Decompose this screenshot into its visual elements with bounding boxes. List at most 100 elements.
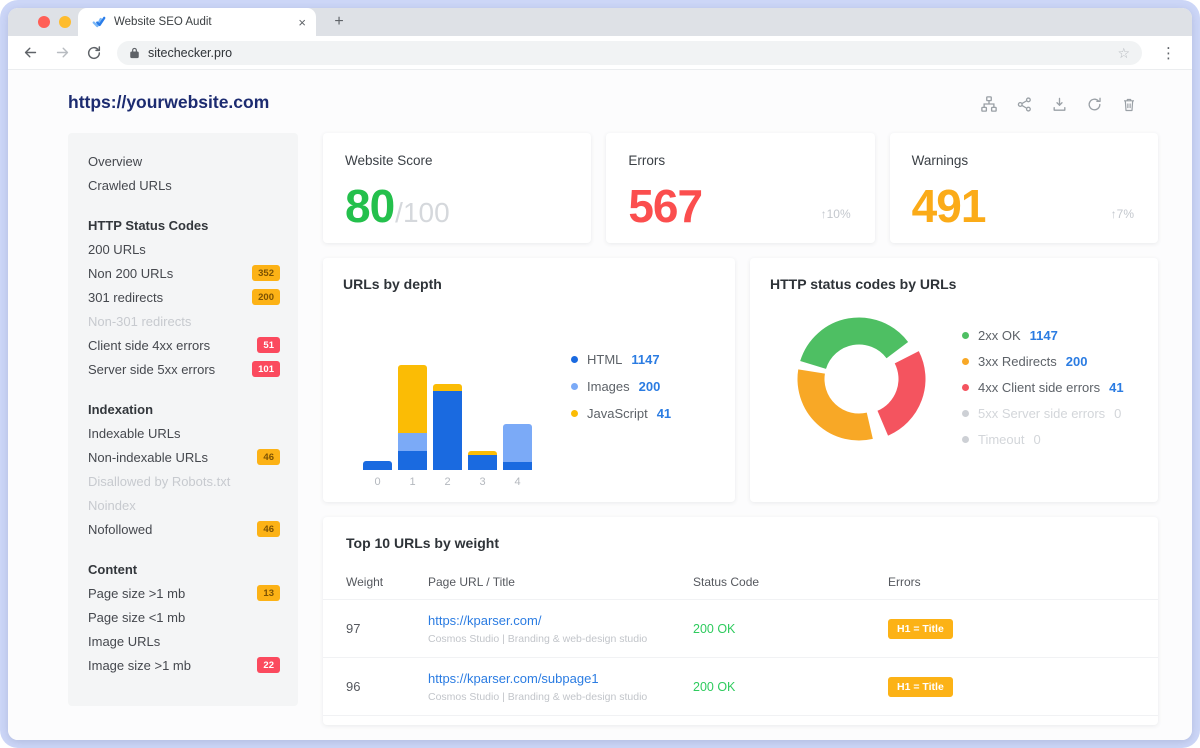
sidebar-item-label: Page size <1 mb bbox=[88, 610, 280, 625]
page-title-subtext: Cosmos Studio | Branding & web-design st… bbox=[428, 633, 693, 645]
bar-segment-images bbox=[503, 424, 532, 462]
sidebar-item-label: Disallowed by Robots.txt bbox=[88, 474, 280, 489]
back-icon[interactable] bbox=[22, 44, 39, 61]
charts-row: URLs by depth 01234 HTML1147Images200Jav… bbox=[323, 258, 1158, 502]
table-title: Top 10 URLs by weight bbox=[346, 535, 499, 551]
forward-icon[interactable] bbox=[54, 44, 71, 61]
sidebar-item-non-200-urls[interactable]: Non 200 URLs352 bbox=[68, 261, 298, 285]
sidebar-item-200-urls[interactable]: 200 URLs bbox=[68, 237, 298, 261]
sidebar-item-page-size-1-mb[interactable]: Page size >1 mb13 bbox=[68, 581, 298, 605]
legend-dot bbox=[962, 384, 969, 391]
refresh-icon[interactable] bbox=[1085, 95, 1103, 113]
sidebar-item-overview[interactable]: Overview bbox=[68, 149, 298, 173]
sidebar-item-label: Server side 5xx errors bbox=[88, 362, 252, 377]
bar-depth-4 bbox=[503, 424, 532, 470]
sidebar-item-content: Content bbox=[68, 557, 298, 581]
sitechecker-check-icon bbox=[92, 15, 106, 29]
sidebar-item-301-redirects[interactable]: 301 redirects200 bbox=[68, 285, 298, 309]
reload-icon[interactable] bbox=[86, 45, 102, 61]
page-url-link[interactable]: https://kparser.com/ bbox=[428, 613, 693, 628]
website-score-card: Website Score 80 /100 bbox=[323, 133, 591, 243]
address-url-text[interactable]: sitechecker.pro bbox=[148, 46, 1109, 60]
bar-depth-2 bbox=[433, 384, 462, 470]
legend-item-timeout[interactable]: Timeout0 bbox=[962, 432, 1124, 447]
legend-item-html[interactable]: HTML1147 bbox=[571, 352, 671, 367]
website-score-suffix: /100 bbox=[395, 197, 450, 229]
sidebar-item-nofollowed[interactable]: Nofollowed46 bbox=[68, 517, 298, 541]
seo-audit-page: https://yourwebsite.com Ov bbox=[8, 70, 1192, 740]
sidebar-count-badge: 22 bbox=[257, 657, 280, 673]
x-tick-label: 4 bbox=[503, 476, 532, 488]
new-tab-button[interactable]: + bbox=[328, 11, 350, 33]
sidebar-item-image-urls[interactable]: Image URLs bbox=[68, 629, 298, 653]
bar-depth-3 bbox=[468, 451, 497, 470]
chart-title: HTTP status codes by URLs bbox=[770, 276, 956, 292]
bar-segment-html bbox=[363, 461, 392, 470]
legend-dot bbox=[571, 356, 578, 363]
sidebar-item-client-side-4xx-errors[interactable]: Client side 4xx errors51 bbox=[68, 333, 298, 357]
sidebar-item-indexable-urls[interactable]: Indexable URLs bbox=[68, 421, 298, 445]
bar-segment-html bbox=[468, 455, 497, 470]
sidebar-item-image-size-1-mb[interactable]: Image size >1 mb22 bbox=[68, 653, 298, 677]
score-card-label: Website Score bbox=[345, 153, 569, 168]
close-window-button[interactable] bbox=[38, 16, 50, 28]
donut-chart-legend: 2xx OK1147 3xx Redirects200 4xx Client sid… bbox=[962, 328, 1124, 447]
legend-item-3xx-redirects[interactable]: 3xx Redirects200 bbox=[962, 354, 1124, 369]
address-bar[interactable]: sitechecker.pro ☆ bbox=[117, 41, 1142, 65]
urls-by-depth-card: URLs by depth 01234 HTML1147Images200Jav… bbox=[323, 258, 735, 502]
minimize-window-button[interactable] bbox=[59, 16, 71, 28]
legend-item-4xx-client-side-errors[interactable]: 4xx Client side errors41 bbox=[962, 380, 1124, 395]
screenshot-frame: Website SEO Audit × + sitechecker.pro ☆ bbox=[0, 0, 1200, 748]
star-icon[interactable]: ☆ bbox=[1117, 46, 1130, 60]
sidebar-item-label: Content bbox=[88, 562, 280, 577]
sidebar-item-label: Noindex bbox=[88, 498, 280, 513]
legend-value: 41 bbox=[657, 406, 671, 421]
share-icon[interactable] bbox=[1015, 95, 1033, 113]
cell-errors: H1 = Title bbox=[888, 677, 1135, 697]
sidebar-item-indexation: Indexation bbox=[68, 397, 298, 421]
sidebar-item-server-side-5xx-errors[interactable]: Server side 5xx errors101 bbox=[68, 357, 298, 381]
legend-dot bbox=[571, 383, 578, 390]
donut-segment-3xx-redirects bbox=[811, 371, 870, 427]
legend-item-javascript[interactable]: JavaScript41 bbox=[571, 406, 671, 421]
legend-label: 2xx OK bbox=[978, 328, 1021, 343]
legend-value: 0 bbox=[1114, 406, 1121, 421]
legend-label: Timeout bbox=[978, 432, 1024, 447]
legend-dot bbox=[962, 410, 969, 417]
cell-status-code: 200 OK bbox=[693, 622, 888, 636]
sidebar-item-page-size-1-mb[interactable]: Page size <1 mb bbox=[68, 605, 298, 629]
trash-icon[interactable] bbox=[1120, 95, 1138, 113]
sidebar-item-noindex: Noindex bbox=[68, 493, 298, 517]
sidebar: OverviewCrawled URLsHTTP Status Codes200… bbox=[68, 133, 298, 706]
kebab-menu-icon[interactable]: ⋮ bbox=[1157, 44, 1180, 62]
page-url-link[interactable]: https://kparser.com/subpage1 bbox=[428, 671, 693, 686]
stacked-bar-chart bbox=[363, 365, 538, 470]
score-card-label: Warnings bbox=[912, 153, 1136, 168]
sidebar-item-crawled-urls[interactable]: Crawled URLs bbox=[68, 173, 298, 197]
sidebar-item-label: Non 200 URLs bbox=[88, 266, 252, 281]
bar-x-axis: 01234 bbox=[363, 476, 538, 488]
sidebar-item-non-indexable-urls[interactable]: Non-indexable URLs46 bbox=[68, 445, 298, 469]
bar-segment-images bbox=[398, 433, 427, 451]
top-urls-table-card: Top 10 URLs by weight WeightPage URL / T… bbox=[323, 517, 1158, 725]
bar-stack bbox=[398, 365, 427, 470]
legend-value: 200 bbox=[639, 379, 661, 394]
legend-item-5xx-server-side-errors[interactable]: 5xx Server side errors 0 bbox=[962, 406, 1124, 421]
header-actions bbox=[980, 95, 1138, 113]
sidebar-item-label: Indexable URLs bbox=[88, 426, 280, 441]
table-header-row: WeightPage URL / TitleStatus CodeErrors bbox=[323, 567, 1158, 597]
sidebar-count-badge: 51 bbox=[257, 337, 280, 353]
legend-label: 3xx Redirects bbox=[978, 354, 1057, 369]
tab-close-icon[interactable]: × bbox=[298, 16, 306, 29]
score-cards-row: Website Score 80 /100 Errors 567 ↑10% bbox=[323, 133, 1158, 243]
download-icon[interactable] bbox=[1050, 95, 1068, 113]
bar-segment-javascript bbox=[398, 365, 427, 433]
legend-item-2xx-ok[interactable]: 2xx OK1147 bbox=[962, 328, 1124, 343]
browser-tab[interactable]: Website SEO Audit × bbox=[78, 8, 316, 36]
sidebar-item-non-301-redirects: Non-301 redirects bbox=[68, 309, 298, 333]
sidebar-item-label: Overview bbox=[88, 154, 280, 169]
sitemap-icon[interactable] bbox=[980, 95, 998, 113]
legend-value: 1147 bbox=[631, 352, 659, 367]
legend-item-images[interactable]: Images200 bbox=[571, 379, 671, 394]
legend-label: 5xx Server side errors bbox=[978, 406, 1105, 421]
